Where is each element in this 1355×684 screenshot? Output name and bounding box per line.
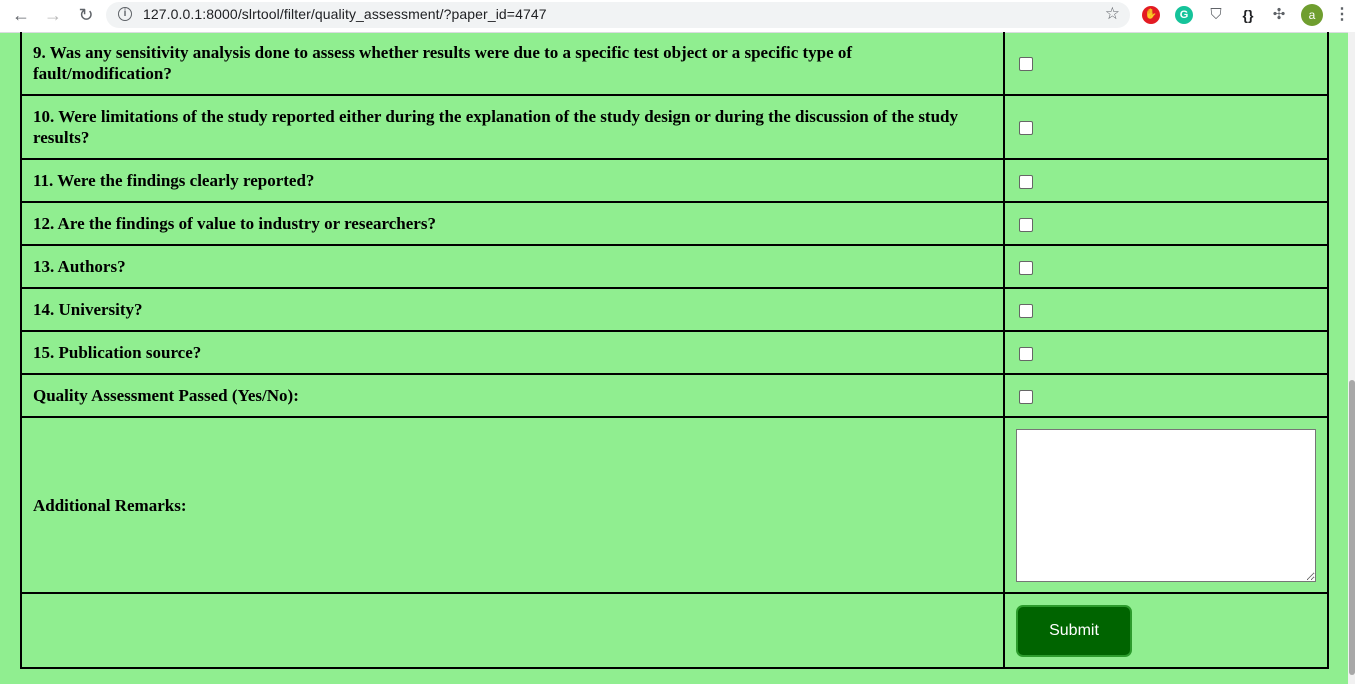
table-row: Quality Assessment Passed (Yes/No):: [20, 373, 1329, 418]
table-row: 12. Are the findings of value to industr…: [20, 201, 1329, 246]
browser-toolbar: ← → ↻ i 127.0.0.1:8000/slrtool/filter/qu…: [0, 0, 1355, 33]
scrollbar-thumb[interactable]: [1349, 380, 1355, 675]
browser-menu-icon[interactable]: ⋮: [1334, 4, 1350, 26]
question-checkbox[interactable]: [1019, 174, 1033, 189]
info-icon[interactable]: i: [118, 7, 132, 21]
back-arrow-icon[interactable]: ←: [10, 4, 32, 26]
question-label: 12. Are the findings of value to industr…: [20, 201, 1005, 246]
forward-arrow-icon[interactable]: →: [42, 4, 64, 26]
empty-cell: [20, 592, 1005, 669]
table-row: 15. Publication source?: [20, 330, 1329, 375]
quality-assessment-table: 9. Was any sensitivity analysis done to …: [20, 32, 1329, 669]
question-checkbox[interactable]: [1019, 260, 1033, 275]
question-label: 9. Was any sensitivity analysis done to …: [20, 32, 1005, 96]
address-bar[interactable]: i 127.0.0.1:8000/slrtool/filter/quality_…: [106, 2, 1130, 28]
table-row: Submit: [20, 592, 1329, 669]
url-text[interactable]: 127.0.0.1:8000/slrtool/filter/quality_as…: [143, 6, 547, 22]
question-checkbox[interactable]: [1019, 121, 1033, 136]
question-checkbox[interactable]: [1019, 346, 1033, 361]
question-label: 11. Were the findings clearly reported?: [20, 158, 1005, 203]
submit-button[interactable]: Submit: [1016, 604, 1132, 657]
table-row: 9. Was any sensitivity analysis done to …: [20, 32, 1329, 96]
remarks-textarea[interactable]: [1016, 428, 1316, 582]
extensions-puzzle-icon[interactable]: ✣: [1269, 5, 1289, 25]
question-checkbox[interactable]: [1019, 57, 1033, 72]
table-row: 11. Were the findings clearly reported?: [20, 158, 1329, 203]
question-checkbox[interactable]: [1019, 303, 1033, 318]
table-row: Additional Remarks:: [20, 416, 1329, 594]
table-row: 13. Authors?: [20, 244, 1329, 289]
table-row: 10. Were limitations of the study report…: [20, 94, 1329, 160]
pocket-extension-icon[interactable]: ⛉: [1206, 5, 1226, 25]
reload-icon[interactable]: ↻: [75, 4, 97, 26]
page-content: 9. Was any sensitivity analysis done to …: [0, 32, 1348, 684]
table-row: 14. University?: [20, 287, 1329, 332]
question-label: 15. Publication source?: [20, 330, 1005, 375]
json-extension-icon[interactable]: {}: [1236, 5, 1260, 25]
remarks-label: Additional Remarks:: [20, 416, 1005, 594]
bookmark-star-icon[interactable]: ☆: [1105, 4, 1120, 24]
quality-passed-label: Quality Assessment Passed (Yes/No):: [20, 373, 1005, 418]
question-label: 14. University?: [20, 287, 1005, 332]
question-label: 10. Were limitations of the study report…: [20, 94, 1005, 160]
question-label: 13. Authors?: [20, 244, 1005, 289]
profile-avatar[interactable]: a: [1301, 4, 1323, 26]
quality-passed-checkbox[interactable]: [1019, 389, 1033, 404]
question-checkbox[interactable]: [1019, 217, 1033, 232]
adblock-extension-icon[interactable]: ✋: [1142, 6, 1160, 24]
grammarly-extension-icon[interactable]: G: [1175, 6, 1193, 24]
